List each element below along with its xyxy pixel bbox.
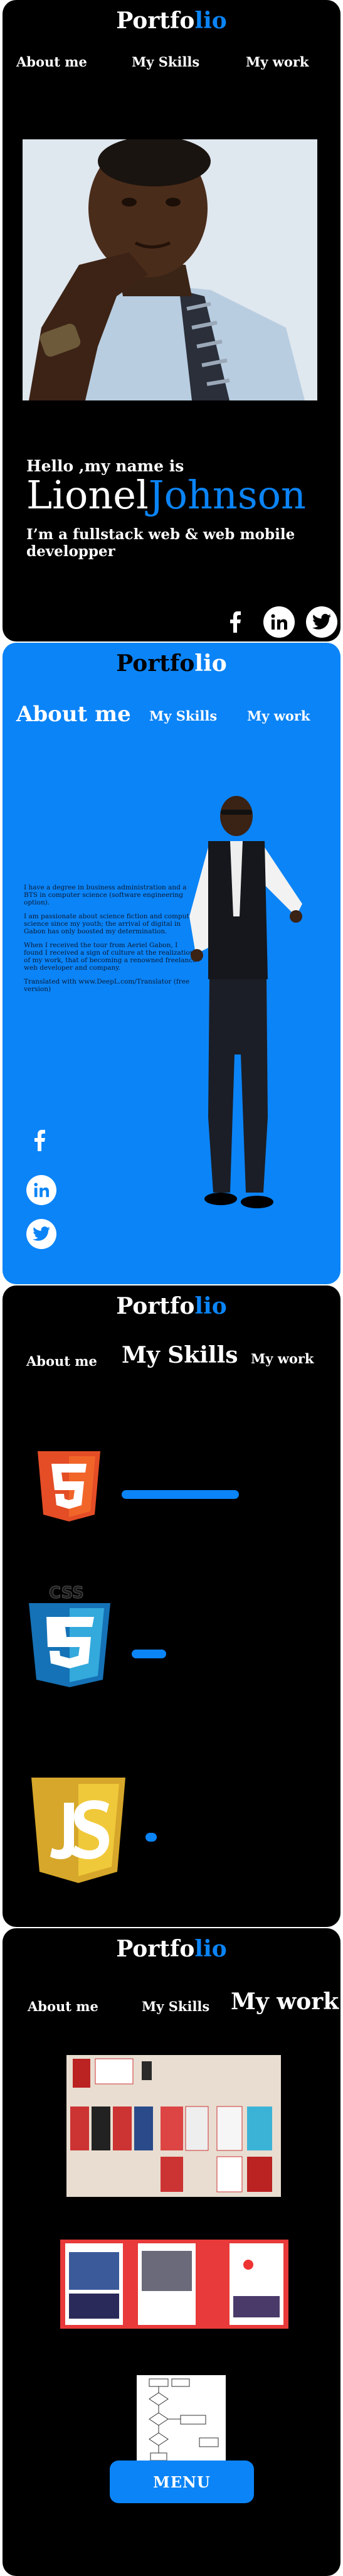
css-skill-bar <box>132 1650 166 1658</box>
linkedin-icon[interactable] <box>263 606 295 638</box>
about-text: I have a degree in business administrati… <box>24 884 198 999</box>
nav-work[interactable]: My work <box>231 1988 339 2015</box>
twitter-icon[interactable] <box>26 1219 56 1249</box>
logo[interactable]: Portfolio <box>3 1936 340 1962</box>
nav-about[interactable]: About me <box>26 1353 97 1369</box>
project-screenshot[interactable] <box>60 2240 288 2329</box>
logo[interactable]: Portfolio <box>3 650 340 677</box>
twitter-icon[interactable] <box>306 606 337 638</box>
nav-about[interactable]: About me <box>28 1999 98 2014</box>
nav-work[interactable]: My work <box>251 1351 314 1366</box>
project-screenshot[interactable] <box>66 2055 281 2197</box>
logo[interactable]: Portfolio <box>3 8 340 34</box>
about-paragraph: Translated with www.DeepL.com/Translator… <box>24 978 190 993</box>
svg-text:CSS: CSS <box>49 1584 84 1602</box>
nav-skills[interactable]: My Skills <box>132 54 199 70</box>
hero-section: Portfolio About me My Skills My work Hel <box>3 0 340 641</box>
nav-about[interactable]: About me <box>16 702 131 727</box>
about-section: Portfolio About me My Skills My work I h… <box>3 643 340 1284</box>
nav-skills[interactable]: My Skills <box>149 708 217 724</box>
html-skill-bar <box>122 1490 239 1499</box>
logo[interactable]: Portfolio <box>3 1293 340 1319</box>
profile-photo <box>23 139 317 400</box>
nav-skills[interactable]: My Skills <box>142 1999 209 2014</box>
about-paragraph: I have a degree in business administrati… <box>24 884 187 906</box>
work-section: Portfolio About me My Skills My work MEN… <box>3 1928 340 2576</box>
css3-icon: CSS <box>29 1584 110 1690</box>
linkedin-icon[interactable] <box>26 1175 56 1205</box>
full-name: LionelJohnson <box>26 472 306 518</box>
menu-button[interactable]: MENU <box>110 2461 254 2503</box>
full-body-photo <box>183 791 309 1218</box>
last-name: Johnson <box>148 472 306 518</box>
about-paragraph: I am passionate about science fiction an… <box>24 913 196 935</box>
facebook-icon[interactable] <box>226 609 245 635</box>
html5-icon <box>38 1451 100 1524</box>
facebook-icon[interactable] <box>34 1130 45 1154</box>
project-screenshot[interactable] <box>137 2375 226 2466</box>
skills-section: Portfolio About me My Skills My work CSS <box>3 1285 340 1927</box>
first-name: Lionel <box>26 472 149 518</box>
nav-work[interactable]: My work <box>247 708 310 724</box>
nav-about[interactable]: About me <box>16 54 87 70</box>
nav-skills[interactable]: My Skills <box>122 1342 238 1368</box>
js-icon <box>31 1778 125 1886</box>
nav-work[interactable]: My work <box>246 54 309 70</box>
tagline: I’m a fullstack web & web mobile develop… <box>26 526 295 560</box>
about-paragraph: When I received the tour from Aeriel Gab… <box>24 942 197 972</box>
js-skill-bar <box>145 1833 157 1842</box>
